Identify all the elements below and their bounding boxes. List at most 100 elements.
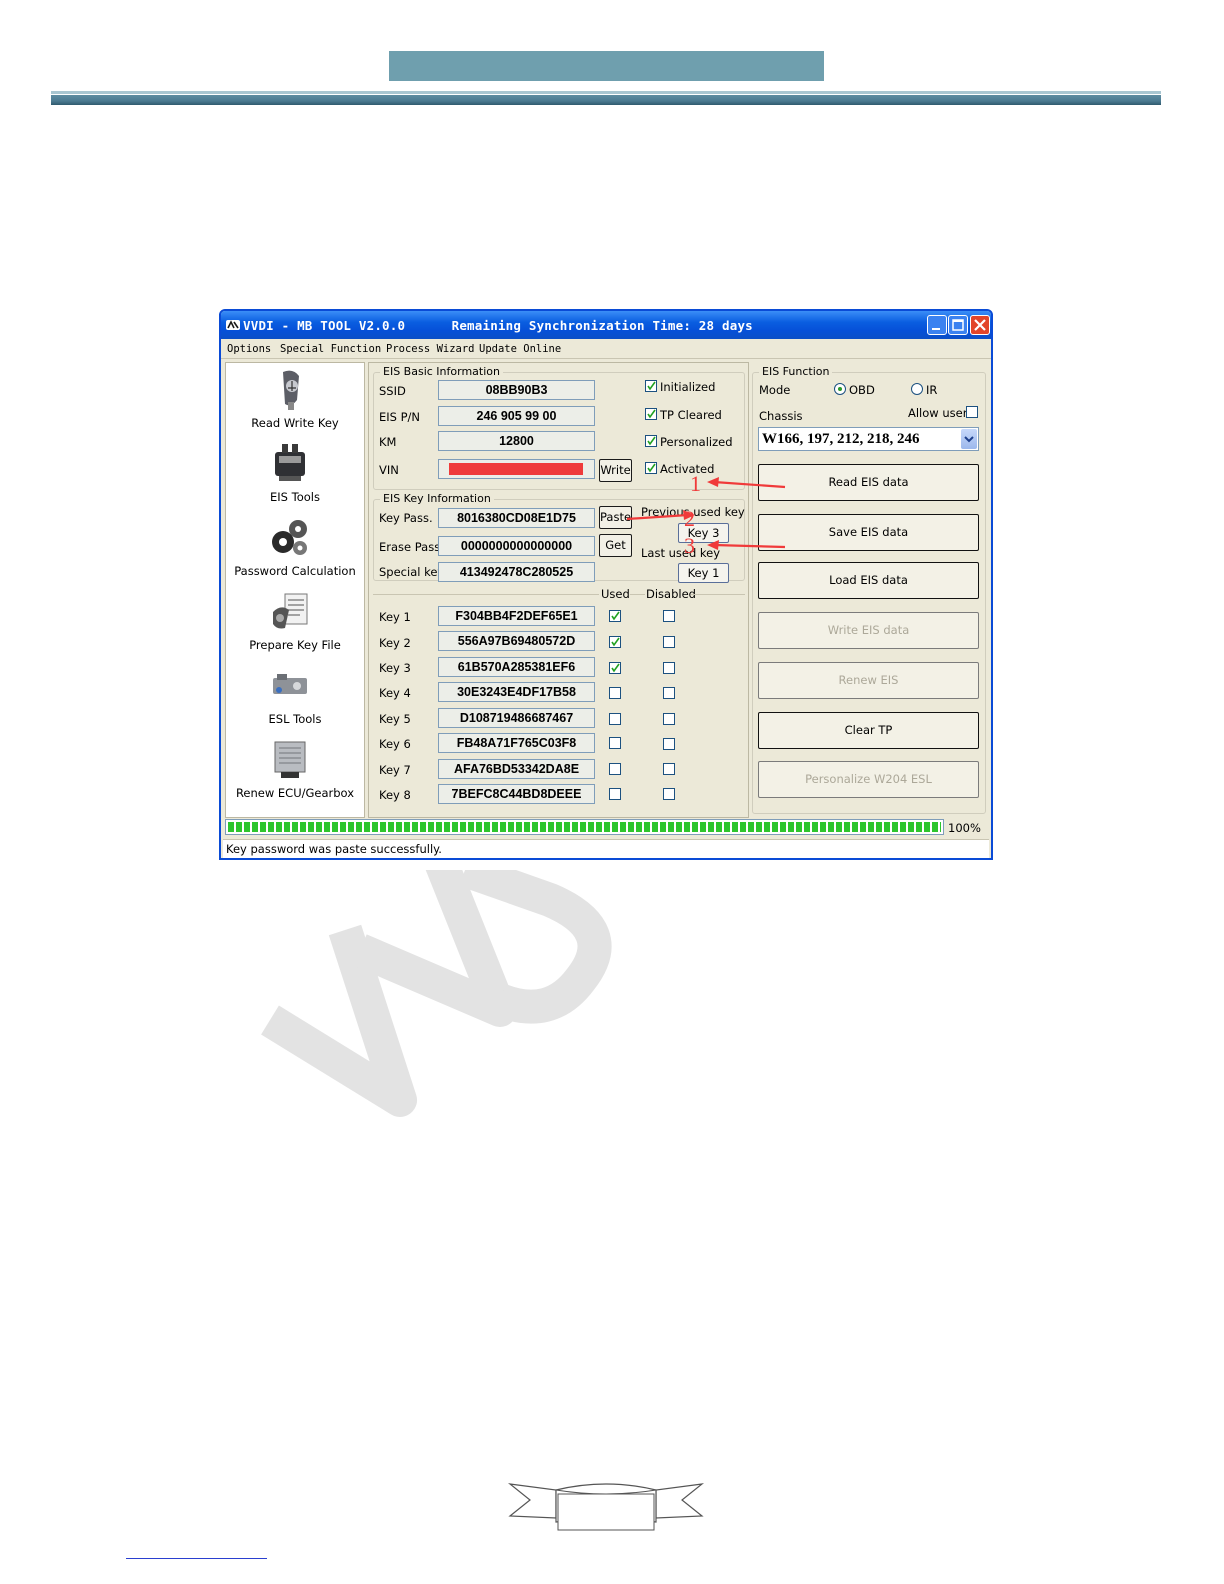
activated-checkbox[interactable] (645, 462, 657, 474)
check-icon (611, 663, 620, 673)
ssid-field[interactable]: 08BB90B3 (438, 380, 595, 400)
close-button[interactable] (970, 315, 990, 335)
eis-pn-label: EIS P/N (379, 410, 421, 424)
mode-obd-radio[interactable] (834, 383, 846, 395)
read-eis-data-button[interactable]: Read EIS data (758, 464, 979, 501)
key-2-field[interactable]: 556A97B69480572D (438, 631, 595, 651)
document-header-rule (51, 91, 1161, 105)
key-1-used-checkbox[interactable] (609, 610, 621, 622)
window-title: VVDI - MB TOOL V2.0.0 Remaining Synchron… (243, 318, 753, 333)
document-header-bar (389, 51, 824, 81)
esl-lock-icon (273, 674, 307, 694)
key-4-disabled-checkbox[interactable] (663, 687, 675, 699)
previous-used-key-label: Previous used key (641, 505, 745, 519)
key-3-field[interactable]: 61B570A285381EF6 (438, 657, 595, 677)
menu-update-online[interactable]: Update Online (479, 343, 561, 355)
mode-ir-radio[interactable] (911, 383, 923, 395)
minimize-button[interactable] (927, 315, 947, 335)
eis-pn-field[interactable]: 246 905 99 00 (438, 406, 595, 426)
chevron-down-icon[interactable] (961, 429, 977, 449)
sidebar-item-label: Password Calculation (234, 564, 356, 578)
minimize-icon (932, 328, 940, 330)
key-3-disabled-checkbox[interactable] (663, 662, 675, 674)
menu-options[interactable]: Options (227, 343, 271, 355)
keys-separator-mid (630, 594, 645, 595)
title-bar[interactable]: VVDI - MB TOOL V2.0.0 Remaining Synchron… (221, 311, 991, 339)
key-4-label: Key 4 (379, 686, 411, 700)
chassis-select[interactable]: W166, 197, 212, 218, 246 (758, 427, 979, 451)
mode-obd-label: OBD (849, 383, 875, 397)
write-eis-data-button[interactable]: Write EIS data (758, 612, 979, 649)
personalized-checkbox[interactable] (645, 435, 657, 447)
get-button[interactable]: Get (599, 534, 632, 557)
key-pass-field[interactable]: 8016380CD08E1D75 (438, 508, 595, 528)
key-4-field[interactable]: 30E3243E4DF17B58 (438, 682, 595, 702)
sidebar-item-label: Prepare Key File (249, 638, 341, 652)
key-5-field[interactable]: D108719486687467 (438, 708, 595, 728)
key-8-used-checkbox[interactable] (609, 788, 621, 800)
check-icon (611, 637, 620, 647)
key-6-field[interactable]: FB48A71F765C03F8 (438, 733, 595, 753)
key-6-disabled-checkbox[interactable] (663, 738, 675, 750)
menu-special-function[interactable]: Special Function (280, 343, 381, 355)
clear-tp-button[interactable]: Clear TP (758, 712, 979, 749)
check-icon (611, 611, 620, 621)
paste-button[interactable]: Paste (599, 506, 632, 529)
key-pass-label: Key Pass. (379, 511, 433, 525)
status-bar: Key password was paste successfully. (223, 839, 989, 858)
km-label: KM (379, 435, 397, 449)
chassis-label: Chassis (759, 409, 803, 423)
erase-pass-label: Erase Pass. (379, 540, 444, 554)
save-eis-data-button[interactable]: Save EIS data (758, 514, 979, 551)
sidebar-item-label: Read Write Key (251, 416, 339, 430)
key-5-used-checkbox[interactable] (609, 713, 621, 725)
sidebar-item-label: EIS Tools (270, 490, 320, 504)
app-icon (226, 320, 240, 330)
mode-ir-label: IR (926, 383, 938, 397)
erase-pass-field[interactable]: 0000000000000000 (438, 536, 595, 556)
key-7-used-checkbox[interactable] (609, 763, 621, 775)
key-2-disabled-checkbox[interactable] (663, 636, 675, 648)
group-title: EIS Basic Information (380, 365, 503, 378)
allow-user-label: Allow user (908, 406, 968, 420)
special-key-field[interactable]: 413492478C280525 (438, 562, 595, 582)
key-2-used-checkbox[interactable] (609, 636, 621, 648)
key-1-label: Key 1 (379, 610, 411, 624)
maximize-button[interactable] (948, 315, 968, 335)
personalize-w204-esl-button[interactable]: Personalize W204 ESL (758, 761, 979, 798)
vin-label: VIN (379, 463, 399, 477)
key-8-field[interactable]: 7BEFC8C44BD8DEEE (438, 784, 595, 804)
vin-field[interactable] (438, 459, 595, 479)
radio-selected-dot (838, 387, 842, 391)
allow-user-checkbox[interactable] (966, 406, 978, 418)
menu-process-wizard[interactable]: Process Wizard (386, 343, 475, 355)
check-icon (647, 409, 656, 419)
previous-used-key-value[interactable]: Key 3 (678, 523, 729, 543)
load-eis-data-button[interactable]: Load EIS data (758, 562, 979, 599)
group-title: EIS Function (759, 365, 833, 378)
initialized-checkbox[interactable] (645, 380, 657, 392)
check-icon (647, 381, 656, 391)
sidebar-item-label: Renew ECU/Gearbox (235, 786, 355, 800)
key-8-disabled-checkbox[interactable] (663, 788, 675, 800)
used-header: Used (601, 587, 630, 601)
key-6-used-checkbox[interactable] (609, 737, 621, 749)
progress-percent: 100% (948, 821, 981, 835)
initialized-label: Initialized (660, 380, 716, 394)
write-vin-button[interactable]: Write (599, 459, 632, 482)
tp-cleared-label: TP Cleared (660, 408, 722, 422)
renew-eis-button[interactable]: Renew EIS (758, 662, 979, 699)
key-7-disabled-checkbox[interactable] (663, 763, 675, 775)
key-1-field[interactable]: F304BB4F2DEF65E1 (438, 606, 595, 626)
key-1-disabled-checkbox[interactable] (663, 610, 675, 622)
key-7-field[interactable]: AFA76BD53342DA8E (438, 759, 595, 779)
last-used-key-value[interactable]: Key 1 (678, 563, 729, 583)
check-icon (647, 463, 656, 473)
chassis-select-value: W166, 197, 212, 218, 246 (762, 431, 920, 447)
key-5-disabled-checkbox[interactable] (663, 713, 675, 725)
key-3-used-checkbox[interactable] (609, 662, 621, 674)
km-field[interactable]: 12800 (438, 431, 595, 451)
disabled-header: Disabled (646, 587, 696, 601)
key-4-used-checkbox[interactable] (609, 687, 621, 699)
tp-cleared-checkbox[interactable] (645, 408, 657, 420)
